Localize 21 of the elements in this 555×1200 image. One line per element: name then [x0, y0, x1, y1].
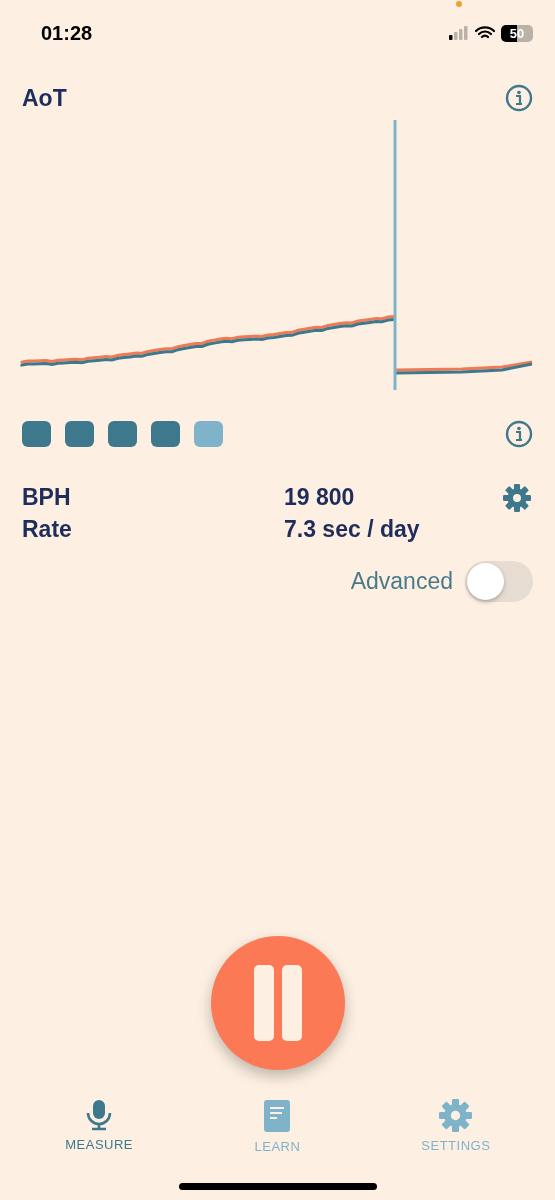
- signal-icon: [449, 26, 469, 40]
- reading-value: 19 800: [284, 484, 356, 512]
- reading-value: 7.3 sec / day: [284, 516, 421, 543]
- tab[interactable]: LEARN: [202, 1098, 353, 1155]
- screen-title: AoT: [22, 84, 67, 112]
- toggle-label: Advanced: [350, 568, 453, 595]
- tab[interactable]: MEASURE: [24, 1098, 175, 1155]
- pause-button[interactable]: [210, 936, 345, 1070]
- settings-icon[interactable]: [503, 484, 531, 512]
- info-icon[interactable]: [505, 84, 533, 112]
- advanced-toggle[interactable]: [465, 561, 533, 602]
- status-time: 01:28: [41, 21, 93, 45]
- privacy-dot: [456, 0, 462, 7]
- tab[interactable]: SETTINGS: [380, 1098, 531, 1155]
- reading-label: BPH: [22, 484, 72, 512]
- microphone-icon: [85, 1099, 114, 1131]
- battery-level: 50: [501, 24, 533, 42]
- wifi-icon: [475, 26, 495, 40]
- reading-label: Rate: [22, 516, 73, 543]
- document-icon: [263, 1099, 292, 1133]
- info-icon[interactable]: [505, 420, 533, 448]
